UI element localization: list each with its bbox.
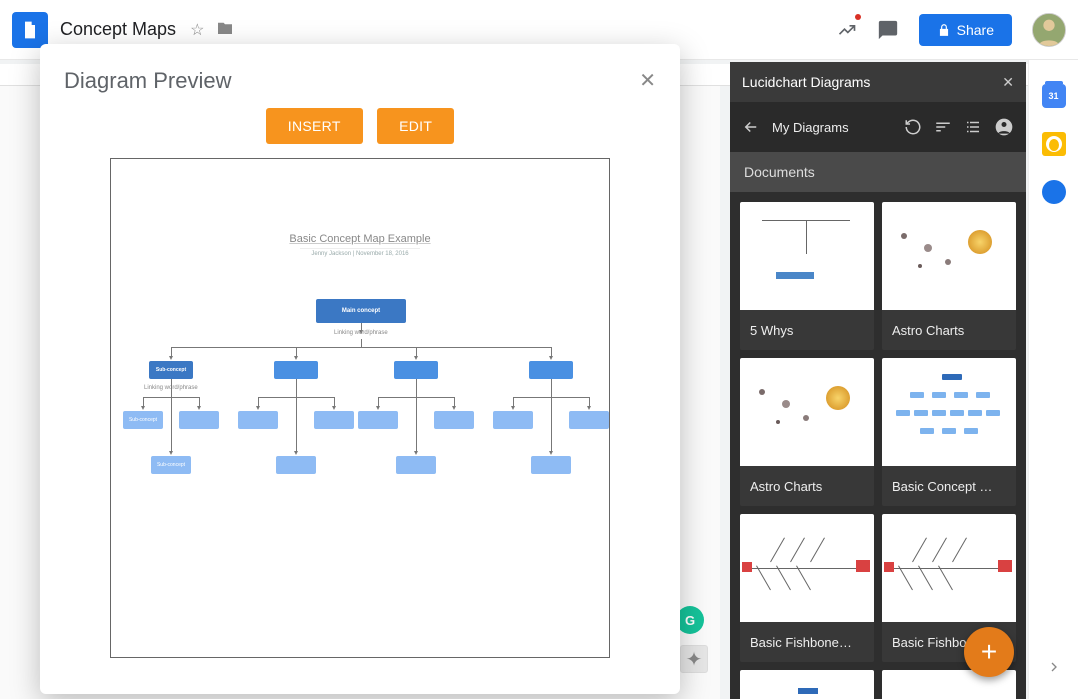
node-sub-concept: Sub-concept	[123, 411, 163, 429]
node	[274, 361, 318, 379]
node	[396, 456, 436, 474]
node-main-concept: Main concept	[316, 299, 406, 323]
node	[179, 411, 219, 429]
node	[276, 456, 316, 474]
diagram-preview-canvas: Basic Concept Map Example Jenny Jackson …	[110, 158, 610, 658]
node	[531, 456, 571, 474]
insert-button[interactable]: INSERT	[266, 108, 363, 144]
close-icon[interactable]: ✕	[639, 68, 656, 93]
modal-title: Diagram Preview	[64, 68, 656, 94]
node	[238, 411, 278, 429]
diagram-preview-modal: Diagram Preview ✕ INSERT EDIT Basic Conc…	[40, 44, 680, 694]
node	[493, 411, 533, 429]
node-sub-concept: Sub-concept	[151, 456, 191, 474]
node	[314, 411, 354, 429]
edit-button[interactable]: EDIT	[377, 108, 454, 144]
preview-title: Basic Concept Map Example	[111, 233, 609, 245]
linking-phrase: Linking word/phrase	[334, 330, 388, 336]
node	[569, 411, 609, 429]
node	[394, 361, 438, 379]
node-sub-concept: Sub-concept	[149, 361, 193, 379]
node	[434, 411, 474, 429]
preview-subtitle: Jenny Jackson | November 18, 2016	[300, 251, 420, 260]
node	[358, 411, 398, 429]
node	[529, 361, 573, 379]
